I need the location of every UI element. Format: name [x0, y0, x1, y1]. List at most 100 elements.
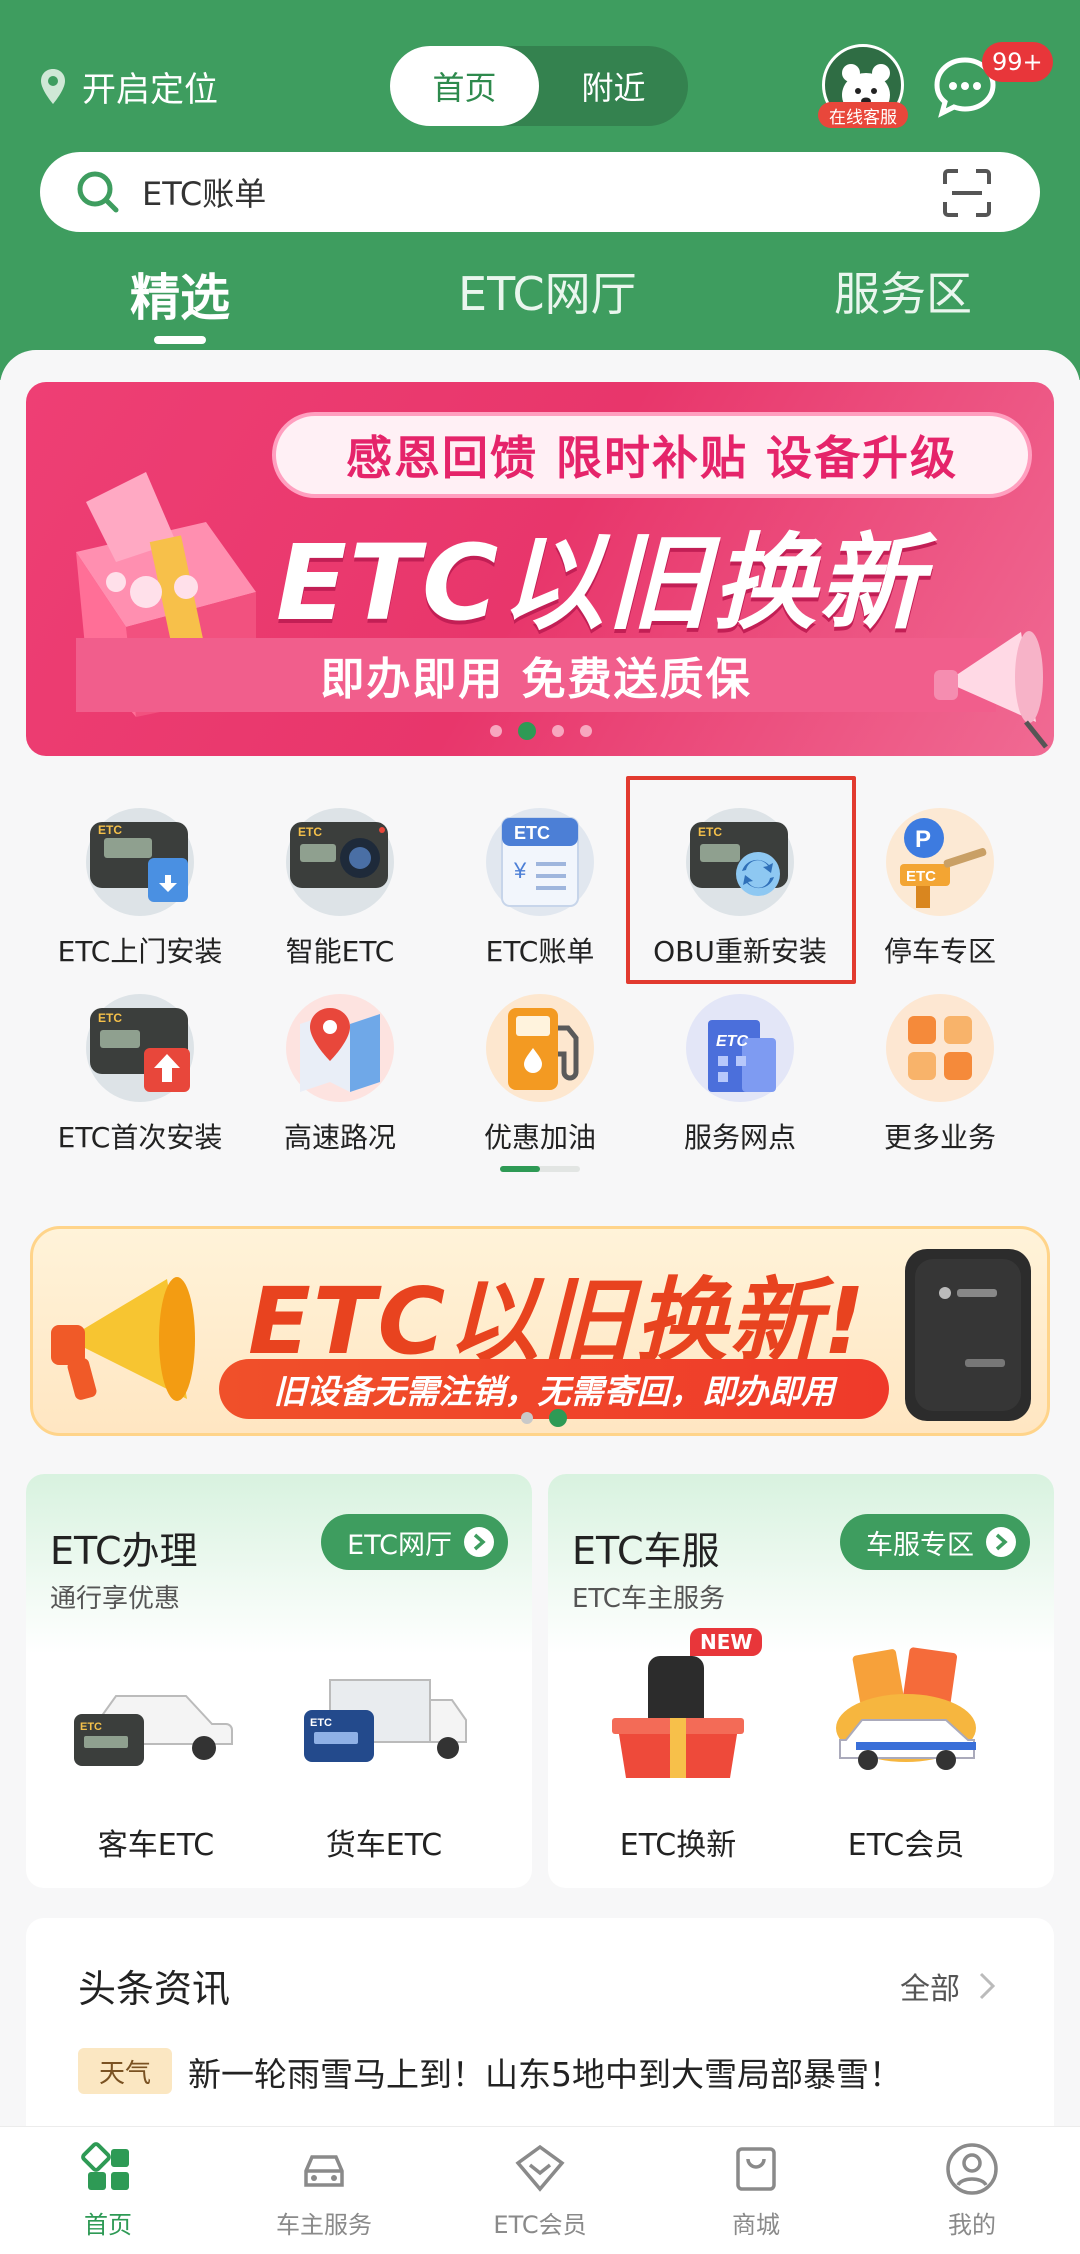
svg-text:ETC: ETC — [80, 1721, 102, 1733]
location-pin-icon — [41, 68, 65, 104]
tab-service-area[interactable]: 服务区 — [834, 258, 972, 324]
etc-trade-in-banner[interactable]: ETC以旧换新! 旧设备无需注销，无需寄回，即办即用 — [30, 1226, 1050, 1436]
nav-label: 车主服务 — [276, 2211, 372, 2239]
service-smart-etc[interactable]: ETC 智能ETC — [240, 808, 440, 970]
svg-text:ETC: ETC — [514, 823, 550, 843]
new-badge: NEW — [690, 1628, 763, 1656]
bottom-navigation: 首页 车主服务 ETC会员 商城 我的 — [0, 2126, 1080, 2254]
service-outlet-icon: ETC — [686, 994, 794, 1102]
promo-banner-carousel[interactable]: 感恩回馈 限时补贴 设备升级 ETC以旧换新 即办即用 免费送质保 — [26, 382, 1054, 756]
svg-text:ETC: ETC — [98, 823, 122, 837]
location-button[interactable]: 开启定位 — [38, 62, 218, 111]
obu-reinstall-highlight-box — [626, 776, 856, 984]
page-dot — [552, 725, 564, 737]
etc-bill-icon: ETC ¥ — [486, 808, 594, 916]
service-label: 高速路况 — [283, 1121, 396, 1154]
scan-icon[interactable] — [942, 168, 992, 218]
etc-first-install-icon: ETC — [86, 994, 194, 1102]
nav-label: 我的 — [948, 2211, 996, 2239]
card-subtitle: ETC车主服务 — [572, 1584, 725, 1614]
service-label: ETC首次安装 — [57, 1121, 223, 1154]
service-label: 优惠加油 — [483, 1121, 596, 1154]
service-label: 更多业务 — [883, 1121, 996, 1154]
card-title: ETC车服 — [572, 1529, 720, 1573]
message-count-badge: 99+ — [982, 42, 1053, 82]
location-label: 开启定位 — [82, 70, 218, 110]
service-outlets[interactable]: ETC 服务网点 — [640, 994, 840, 1156]
truck-etc-item[interactable]: ETC 货车ETC — [284, 1644, 484, 1864]
svg-text:ETC: ETC — [906, 868, 936, 885]
svg-text:ETC: ETC — [98, 1011, 122, 1025]
card-subtitle: 通行享优惠 — [50, 1584, 181, 1614]
service-label: 智能ETC — [285, 935, 395, 968]
service-etc-home-install[interactable]: ETC ETC上门安装 — [40, 808, 240, 970]
search-icon — [77, 171, 119, 213]
nav-label: ETC会员 — [493, 2211, 587, 2239]
top-tabs: 精选 ETC网厅 服务区 — [0, 258, 1080, 348]
megaphone-icon — [51, 1277, 195, 1401]
svg-text:¥: ¥ — [513, 858, 527, 883]
segment-nearby[interactable]: 附近 — [539, 46, 688, 126]
home-icon — [81, 2142, 129, 2190]
nav-home[interactable]: 首页 — [18, 2141, 198, 2240]
nav-label: 首页 — [84, 2211, 132, 2239]
car-service-zone-button[interactable]: 车服专区 — [840, 1514, 1030, 1570]
parking-icon: P ETC — [886, 808, 994, 916]
tab-etc-hall[interactable]: ETC网厅 — [458, 258, 637, 324]
page-dot — [521, 1412, 533, 1424]
service-label: ETC上门安装 — [57, 935, 223, 968]
etc-member-gift-icon — [816, 1644, 996, 1784]
banner-slogan-text: 感恩回馈 限时补贴 设备升级 — [345, 431, 959, 485]
news-headline[interactable]: 新一轮雨雪马上到！山东5地中到大雪局部暴雪！ — [188, 2048, 902, 2096]
search-input[interactable]: ETC账单 — [142, 169, 266, 215]
service-more[interactable]: 更多业务 — [840, 994, 1040, 1156]
etc-car-service-card: ETC车服 ETC车主服务 车服专区 NEW ETC换新 ETC会员 — [548, 1474, 1054, 1888]
grid-scroll-indicator — [500, 1166, 580, 1172]
news-view-all[interactable]: 全部 — [900, 1964, 996, 2008]
svg-text:P: P — [915, 826, 931, 853]
etc-member-item[interactable]: ETC会员 — [806, 1644, 1006, 1864]
service-highway-traffic[interactable]: 高速路况 — [240, 994, 440, 1156]
service-label: 停车专区 — [883, 935, 996, 968]
nav-label: 商城 — [732, 2211, 780, 2239]
item-label: ETC会员 — [847, 1828, 965, 1863]
chevron-right-icon — [464, 1527, 494, 1557]
profile-icon — [946, 2143, 998, 2195]
more-grid-icon — [886, 994, 994, 1102]
button-label: 车服专区 — [866, 1529, 974, 1561]
view-all-label: 全部 — [900, 1972, 960, 2007]
chevron-right-icon — [979, 1972, 996, 2000]
service-fuel-discount[interactable]: 优惠加油 — [440, 994, 640, 1156]
item-label: 货车ETC — [325, 1828, 443, 1863]
page-dot — [580, 725, 592, 737]
etc-renew-icon: NEW — [588, 1628, 768, 1784]
banner2-pagination — [513, 1409, 575, 1427]
search-bar[interactable]: ETC账单 — [40, 152, 1040, 232]
customer-service-label[interactable]: 在线客服 — [818, 102, 908, 128]
home-nearby-switch: 首页 附近 — [390, 46, 688, 126]
nav-profile[interactable]: 我的 — [882, 2141, 1062, 2240]
etc-renew-item[interactable]: NEW ETC换新 — [578, 1628, 778, 1864]
etc-apply-card: ETC办理 通行享优惠 ETC网厅 ETC 客车ETC ETC 货车ETC — [26, 1474, 532, 1888]
news-category-tag: 天气 — [78, 2048, 172, 2094]
nav-car-service[interactable]: 车主服务 — [234, 2141, 414, 2240]
nav-etc-member[interactable]: ETC会员 — [450, 2141, 630, 2240]
highway-map-icon — [286, 994, 394, 1102]
service-etc-bill[interactable]: ETC ¥ ETC账单 — [440, 808, 640, 970]
item-label: 客车ETC — [97, 1828, 215, 1863]
tab-featured[interactable]: 精选 — [130, 258, 230, 330]
svg-text:ETC: ETC — [310, 1717, 332, 1729]
obu-device-icon — [915, 1259, 1021, 1411]
banner1-pagination — [482, 722, 600, 740]
page-dot-active — [518, 722, 536, 740]
service-etc-first-install[interactable]: ETC ETC首次安装 — [40, 994, 240, 1156]
car-etc-item[interactable]: ETC 客车ETC — [56, 1644, 256, 1864]
etc-hall-button[interactable]: ETC网厅 — [321, 1514, 508, 1570]
segment-home[interactable]: 首页 — [390, 46, 539, 126]
page-dot — [490, 725, 502, 737]
service-parking[interactable]: P ETC 停车专区 — [840, 808, 1040, 970]
chevron-right-icon — [986, 1527, 1016, 1557]
fuel-icon — [486, 994, 594, 1102]
banner-slogan-pill: 感恩回馈 限时补贴 设备升级 — [272, 412, 1032, 498]
nav-mall[interactable]: 商城 — [666, 2141, 846, 2240]
